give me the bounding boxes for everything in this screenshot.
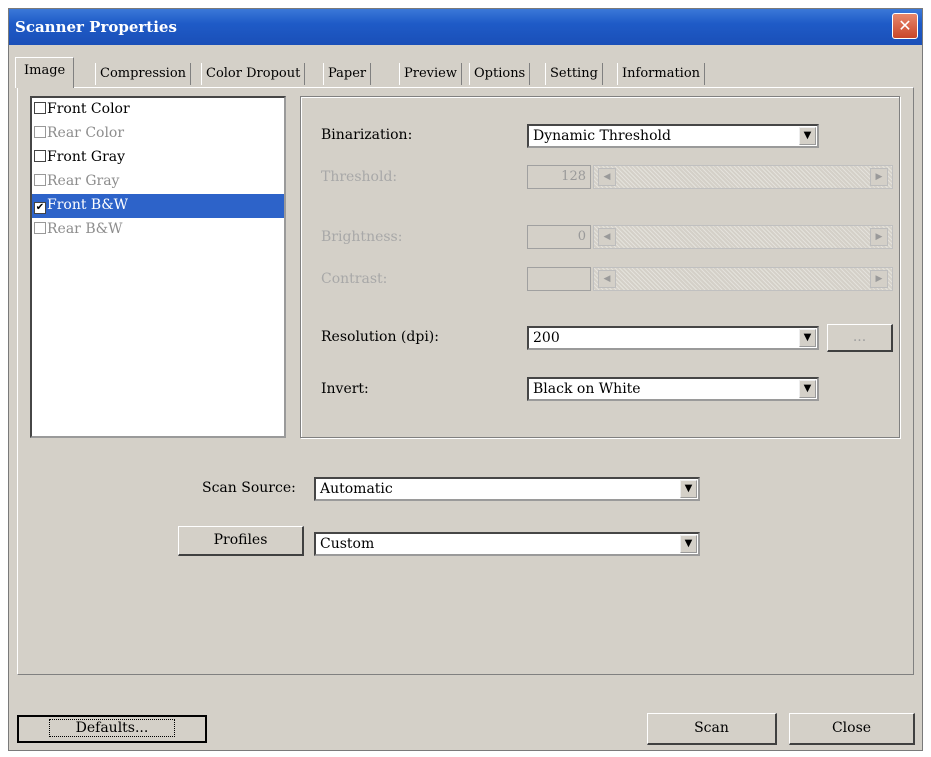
image-type-list[interactable]: Front Color Rear Color Front Gray Rear G…: [30, 96, 286, 438]
scan-source-select[interactable]: Automatic ▼: [314, 477, 700, 501]
tab-information[interactable]: Information: [617, 63, 706, 85]
invert-select[interactable]: Black on White ▼: [527, 377, 819, 401]
resolution-value: 200: [533, 330, 560, 346]
checkbox-icon[interactable]: [34, 102, 46, 114]
left-arrow-icon: ◀: [598, 270, 616, 288]
defaults-button[interactable]: Defaults...: [17, 715, 207, 743]
custom-resolution-button[interactable]: ...: [827, 324, 893, 352]
checkbox-icon[interactable]: [34, 222, 46, 234]
list-item-label: Rear Color: [47, 125, 125, 141]
binarization-select[interactable]: Dynamic Threshold ▼: [527, 124, 819, 148]
tab-compression[interactable]: Compression: [95, 63, 192, 85]
list-item-rear-color[interactable]: Rear Color: [32, 122, 284, 146]
list-item-label: Rear B&W: [47, 221, 123, 237]
binarization-label: Binarization:: [321, 127, 413, 143]
brightness-slider: ◀ ▶: [593, 225, 893, 249]
image-tab-panel: Front Color Rear Color Front Gray Rear G…: [17, 87, 914, 675]
brightness-label: Brightness:: [321, 229, 403, 245]
chevron-down-icon[interactable]: ▼: [799, 380, 816, 398]
tab-color-dropout[interactable]: Color Dropout: [201, 63, 306, 85]
image-settings-group: Binarization: Dynamic Threshold ▼ Thresh…: [300, 96, 900, 438]
list-item-front-color[interactable]: Front Color: [32, 98, 284, 122]
list-item-label: Rear Gray: [47, 173, 120, 189]
checkbox-icon[interactable]: [34, 126, 46, 138]
checkbox-icon[interactable]: [34, 174, 46, 186]
list-item-rear-gray[interactable]: Rear Gray: [32, 170, 284, 194]
tab-preview[interactable]: Preview: [399, 63, 462, 85]
threshold-slider: ◀ ▶: [593, 165, 893, 189]
invert-value: Black on White: [533, 381, 641, 397]
resolution-select[interactable]: 200 ▼: [527, 326, 819, 350]
chevron-down-icon[interactable]: ▼: [680, 535, 697, 553]
resolution-label: Resolution (dpi):: [321, 329, 439, 345]
invert-label: Invert:: [321, 381, 369, 397]
chevron-down-icon[interactable]: ▼: [799, 329, 816, 347]
profiles-select[interactable]: Custom ▼: [314, 532, 700, 556]
profiles-value: Custom: [320, 536, 375, 552]
list-item-front-bw[interactable]: ✔ Front B&W: [32, 194, 284, 218]
right-arrow-icon: ▶: [870, 270, 888, 288]
list-item-front-gray[interactable]: Front Gray: [32, 146, 284, 170]
checkbox-icon[interactable]: [34, 150, 46, 162]
list-item-rear-bw[interactable]: Rear B&W: [32, 218, 284, 242]
tab-setting[interactable]: Setting: [545, 63, 603, 85]
list-item-label: Front Color: [47, 101, 130, 117]
threshold-label: Threshold:: [321, 169, 398, 185]
list-item-label: Front Gray: [47, 149, 126, 165]
scan-source-label: Scan Source:: [202, 480, 296, 496]
title-bar[interactable]: Scanner Properties ✕: [9, 9, 922, 45]
tab-paper[interactable]: Paper: [323, 63, 372, 85]
left-arrow-icon: ◀: [598, 228, 616, 246]
scanner-properties-window: Scanner Properties ✕ Image Compression C…: [8, 8, 923, 751]
tab-image[interactable]: Image: [15, 57, 75, 88]
left-arrow-icon: ◀: [598, 168, 616, 186]
close-icon: ✕: [898, 16, 912, 35]
chevron-down-icon[interactable]: ▼: [680, 480, 697, 498]
scan-source-value: Automatic: [320, 481, 393, 497]
profiles-button[interactable]: Profiles: [178, 526, 304, 556]
right-arrow-icon: ▶: [870, 168, 888, 186]
check-icon[interactable]: ✔: [34, 202, 46, 214]
contrast-field: [527, 267, 591, 291]
binarization-value: Dynamic Threshold: [533, 128, 671, 144]
threshold-field: 128: [527, 165, 591, 189]
list-item-label: Front B&W: [47, 197, 129, 213]
tab-options[interactable]: Options: [469, 63, 531, 85]
contrast-label: Contrast:: [321, 271, 388, 287]
scan-button[interactable]: Scan: [647, 713, 777, 745]
close-window-button[interactable]: ✕: [892, 13, 918, 39]
tab-bar: Image Compression Color Dropout Paper Pr…: [15, 57, 915, 88]
brightness-field: 0: [527, 225, 591, 249]
chevron-down-icon[interactable]: ▼: [799, 127, 816, 145]
window-title: Scanner Properties: [15, 18, 177, 36]
contrast-slider: ◀ ▶: [593, 267, 893, 291]
right-arrow-icon: ▶: [870, 228, 888, 246]
defaults-button-label: Defaults...: [48, 719, 176, 737]
close-button[interactable]: Close: [789, 713, 915, 745]
